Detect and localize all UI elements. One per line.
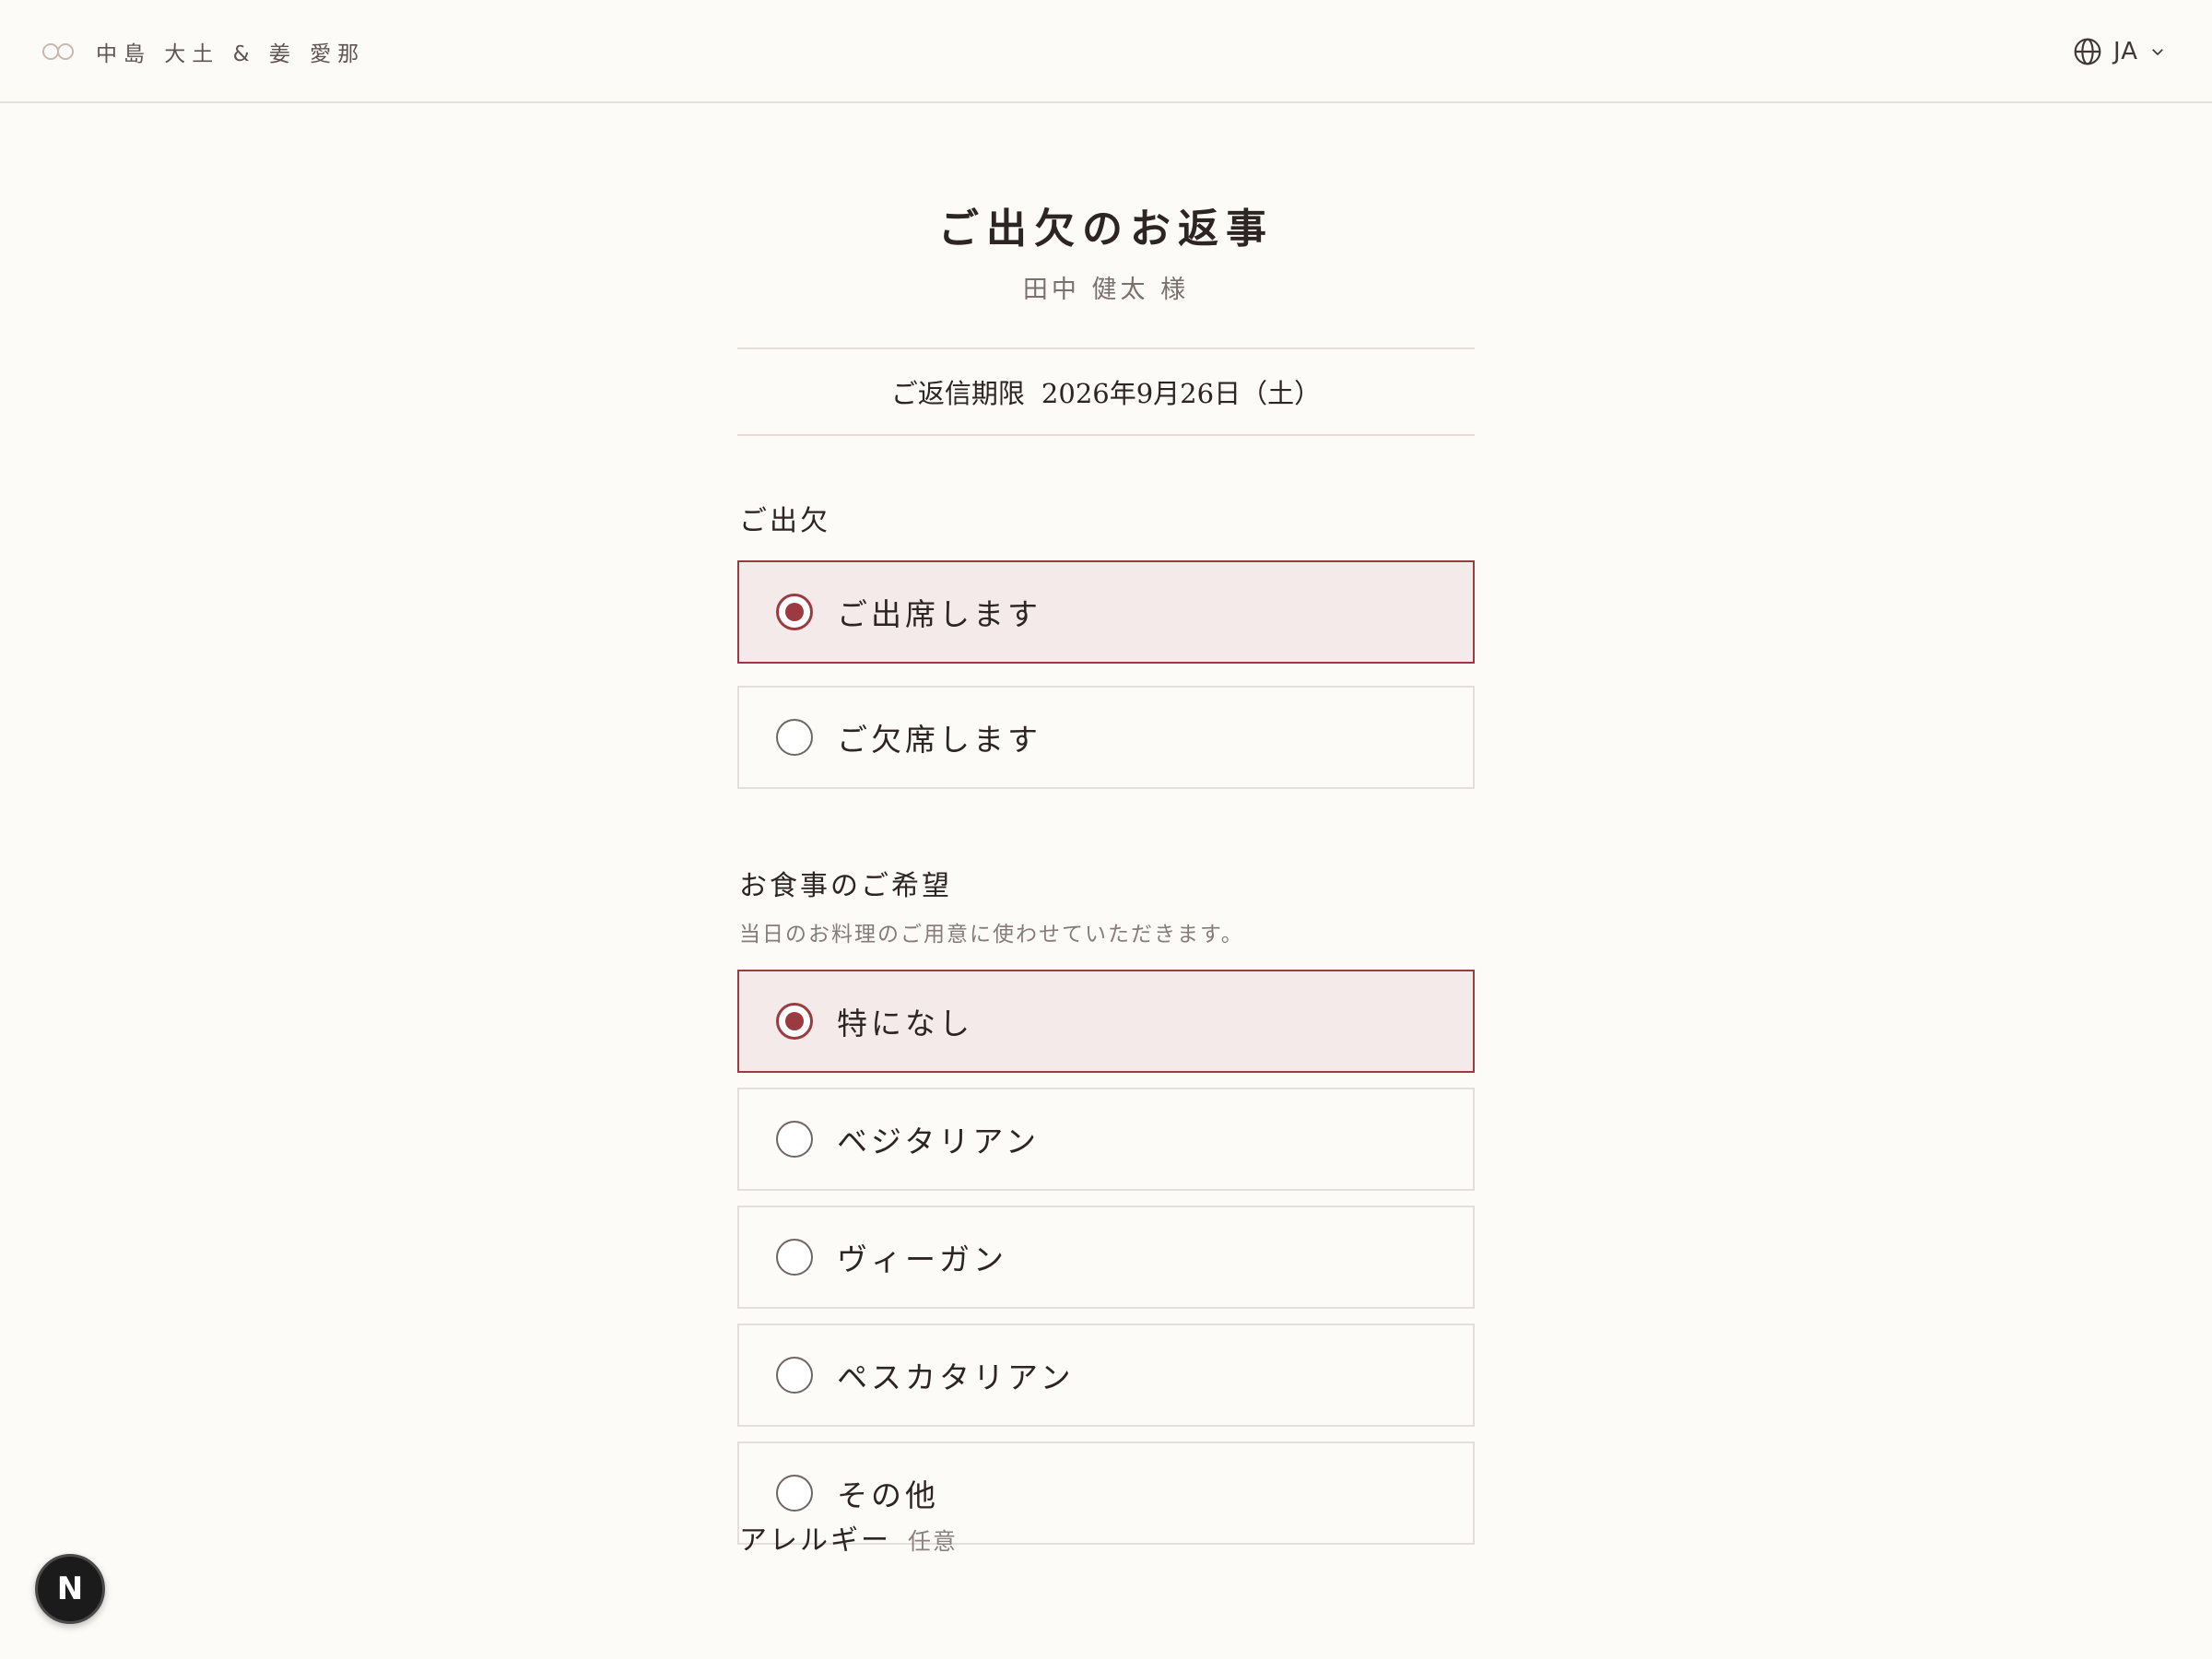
attendance-option-decline[interactable]: ご欠席します [737,686,1475,789]
guest-name: 田中 健太 様 [1022,276,1190,304]
radio-button[interactable] [776,719,813,756]
dev-tools-badge[interactable]: N [35,1554,105,1624]
radio-button[interactable] [776,1003,813,1040]
deadline-date: 2026年9月26日（土） [1041,378,1322,409]
site-header: 中島 大土 & 姜 愛那 JA [0,0,2212,103]
option-label: ご出席します [837,596,1041,632]
radio-button[interactable] [776,1475,813,1512]
meal-option-vegetarian[interactable]: ベジタリアン [737,1088,1475,1191]
attendance-option-attend[interactable]: ご出席します [737,560,1475,664]
radio-button[interactable] [776,1357,813,1394]
language-label: JA [2113,38,2138,65]
attendance-label: ご出欠 [739,505,830,537]
option-label: その他 [837,1477,939,1513]
option-label: ペスカタリアン [837,1359,1075,1395]
meal-label: お食事のご希望 [739,870,952,902]
language-selector[interactable]: JA [2073,33,2166,70]
globe-icon [2074,38,2101,65]
option-label: 特になし [837,1006,973,1041]
option-label: ご欠席します [837,722,1041,758]
option-label: ベジタリアン [837,1124,1041,1159]
radio-button[interactable] [776,1239,813,1276]
page-title: ご出欠のお返事 [938,206,1274,253]
meal-option-pescatarian[interactable]: ペスカタリアン [737,1324,1475,1427]
allergy-label: アレルギー [739,1524,891,1557]
meal-description: 当日のお料理のご用意に使わせていただきます。 [739,923,1244,947]
deadline-label: ご返信期限 [890,378,1025,409]
meal-option-vegan[interactable]: ヴィーガン [737,1206,1475,1309]
meal-option-none[interactable]: 特になし [737,970,1475,1073]
reply-deadline: ご返信期限 2026年9月26日（土） [737,347,1475,436]
brand[interactable]: 中島 大土 & 姜 愛那 [41,35,365,68]
option-label: ヴィーガン [837,1241,1007,1277]
chevron-down-icon [2152,49,2163,56]
rings-logo-icon [41,41,77,62]
radio-button[interactable] [776,594,813,630]
brand-name: 中島 大土 & 姜 愛那 [96,42,366,66]
optional-tag: 任意 [908,1528,959,1555]
radio-button[interactable] [776,1121,813,1158]
allergy-section: アレルギー 任意 [739,1517,958,1558]
